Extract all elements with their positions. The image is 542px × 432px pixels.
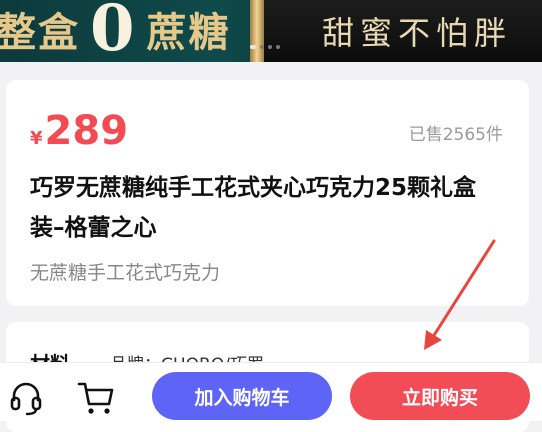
sold-count: 已售2565件	[408, 125, 503, 145]
banner-carousel[interactable]: 整盒 0 蔗糖 甜蜜不怕胖	[0, 0, 542, 62]
product-price: ¥ 289	[30, 108, 128, 154]
carousel-dot	[260, 45, 264, 49]
cart-icon	[77, 382, 114, 414]
banner-text-b: 蔗糖	[146, 9, 231, 56]
carousel-dot	[268, 45, 272, 49]
banner-zero: 0	[90, 0, 137, 62]
product-subtitle: 无蔗糖手工花式巧克力	[30, 262, 221, 284]
bottom-action-bar: 加入购物车 立即购买	[0, 362, 542, 421]
headset-icon	[10, 382, 42, 416]
currency-symbol: ¥	[30, 128, 43, 149]
banner-left-text: 整盒 0 蔗糖	[0, 0, 231, 62]
banner-text-a: 整盒	[0, 9, 80, 56]
customer-service-button[interactable]	[6, 377, 46, 417]
price-value: 289	[44, 108, 129, 154]
carousel-dot	[276, 45, 280, 49]
banner-right-panel: 甜蜜不怕胖	[264, 0, 542, 62]
product-title: 巧罗无蔗糖纯手工花式夹心巧克力25颗礼盒装–格蕾之心	[30, 175, 477, 241]
banner-divider	[250, 0, 264, 62]
carousel-indicator	[250, 45, 280, 49]
add-to-cart-button[interactable]: 加入购物车	[152, 372, 332, 420]
product-info-card: ¥ 289 已售2565件 巧罗无蔗糖纯手工花式夹心巧克力25颗礼盒装–格蕾之心…	[6, 80, 529, 306]
cart-button[interactable]	[76, 377, 116, 417]
banner-right-text: 甜蜜不怕胖	[322, 14, 513, 52]
carousel-dot-active	[250, 45, 256, 49]
buy-now-button[interactable]: 立即购买	[350, 372, 530, 420]
